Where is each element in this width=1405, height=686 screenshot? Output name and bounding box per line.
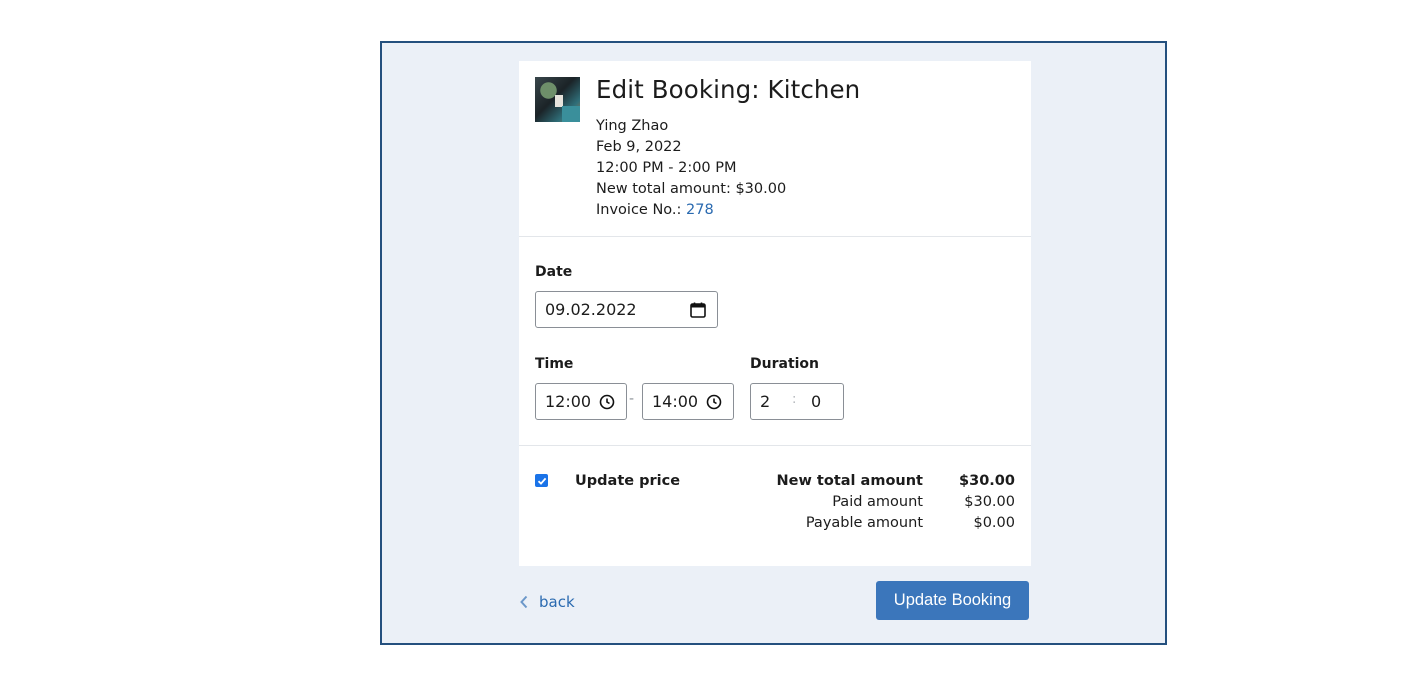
invoice-label: Invoice No.:	[596, 202, 682, 218]
booking-card: Edit Booking: Kitchen Ying Zhao Feb 9, 2…	[519, 61, 1031, 566]
summary-label: New total amount	[776, 473, 923, 489]
time-separator: -	[629, 391, 635, 407]
summary-row-new-total: New total amount $30.00	[703, 473, 1015, 489]
time-start-value: 12:00	[545, 392, 592, 411]
date-label: Date	[535, 264, 573, 280]
back-label: back	[539, 593, 575, 611]
update-price-checkbox[interactable]	[535, 474, 548, 487]
duration-input[interactable]: 2 : 0	[750, 383, 844, 420]
thumbnail-detail	[562, 106, 580, 122]
booking-form: Date 09.02.2022 Time 12:00 - 14:00 Durat…	[519, 237, 1031, 445]
summary-value: $30.00	[959, 473, 1015, 489]
summary-value: $0.00	[973, 515, 1015, 531]
duration-minutes[interactable]: 0	[811, 392, 821, 411]
clock-icon[interactable]	[598, 393, 616, 411]
booking-time-range: 12:00 PM - 2:00 PM	[596, 160, 737, 176]
time-start-input[interactable]: 12:00	[535, 383, 627, 420]
summary-label: Paid amount	[832, 494, 923, 510]
booking-header: Edit Booking: Kitchen Ying Zhao Feb 9, 2…	[519, 61, 1031, 236]
clock-icon[interactable]	[705, 393, 723, 411]
invoice-line: Invoice No.: 278	[596, 200, 786, 221]
invoice-link[interactable]: 278	[686, 202, 714, 218]
room-thumbnail	[535, 77, 580, 122]
time-end-input[interactable]: 14:00	[642, 383, 734, 420]
summary-row-payable: Payable amount $0.00	[703, 515, 1015, 531]
page-title: Edit Booking: Kitchen	[596, 75, 861, 104]
summary-label: Payable amount	[805, 515, 923, 531]
check-icon	[537, 477, 546, 485]
summary-row-paid: Paid amount $30.00	[703, 494, 1015, 510]
new-total-value: $30.00	[735, 181, 787, 197]
new-total-label: New total amount:	[596, 181, 731, 197]
new-total-line: New total amount: $30.00	[596, 179, 786, 200]
duration-separator: :	[792, 392, 797, 407]
customer-name: Ying Zhao	[596, 118, 669, 134]
calendar-icon[interactable]	[689, 301, 707, 319]
duration-hours[interactable]: 2	[751, 392, 770, 411]
time-label: Time	[535, 356, 574, 372]
update-booking-button[interactable]: Update Booking	[876, 581, 1029, 620]
booking-date: Feb 9, 2022	[596, 139, 682, 155]
date-input-value: 09.02.2022	[545, 300, 637, 319]
price-section: Update price New total amount $30.00 Pai…	[519, 446, 1031, 566]
summary-value: $30.00	[964, 494, 1015, 510]
date-input[interactable]: 09.02.2022	[535, 291, 718, 328]
back-link[interactable]: back	[519, 593, 575, 611]
duration-label: Duration	[750, 356, 820, 372]
time-end-value: 14:00	[652, 392, 699, 411]
update-price-label: Update price	[575, 473, 681, 489]
booking-frame: Edit Booking: Kitchen Ying Zhao Feb 9, 2…	[380, 41, 1167, 645]
chevron-left-icon	[520, 595, 528, 609]
booking-summary: Ying Zhao Feb 9, 2022 12:00 PM - 2:00 PM…	[596, 116, 786, 221]
